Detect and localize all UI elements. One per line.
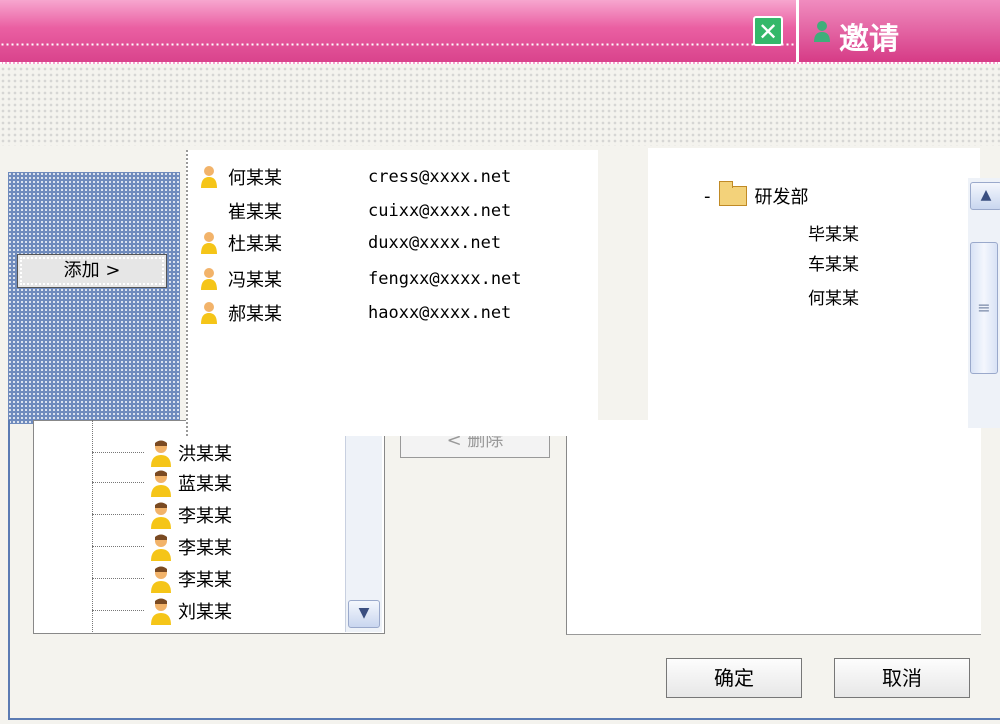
popup-name: 杜某某 <box>228 234 282 255</box>
popup-name: 何某某 <box>228 168 282 189</box>
popup-item[interactable]: 冯某某 fengxx@xxxx.net <box>200 264 600 294</box>
user-icon <box>814 21 830 42</box>
popup-item[interactable]: 杜某某 duxx@xxxx.net <box>200 228 600 258</box>
tree-expander[interactable]: - <box>704 186 711 207</box>
scroll-thumb[interactable]: ≡ <box>970 242 998 374</box>
member-name[interactable]: 车某某 <box>808 250 859 275</box>
list-item[interactable]: 李某某 <box>92 564 232 594</box>
popup-name: 郝某某 <box>228 304 282 325</box>
cancel-button[interactable]: 取消 <box>834 658 970 698</box>
popup-name: 冯某某 <box>228 270 282 291</box>
folder-icon <box>718 181 747 206</box>
right-scrollbar[interactable]: ▲ ≡ <box>968 178 1000 428</box>
contact-name: 刘某某 <box>178 602 232 623</box>
close-button[interactable]: ✕ <box>753 16 783 46</box>
person-icon <box>151 598 171 625</box>
person-icon <box>151 566 171 593</box>
popup-name: 崔某某 <box>228 202 282 223</box>
list-item[interactable]: 蓝某某 <box>92 468 232 498</box>
chevron-down-icon[interactable]: ▼ <box>348 600 380 628</box>
contact-name: 李某某 <box>178 538 232 559</box>
popup-email: fengxx@xxxx.net <box>368 269 522 289</box>
person-icon <box>151 440 171 467</box>
folder-node[interactable]: - 研发部 <box>704 180 809 212</box>
invite-tab: 邀请 <box>796 0 1000 62</box>
member-name[interactable]: 毕某某 <box>808 220 859 245</box>
chevron-up-icon[interactable]: ▲ <box>970 182 1000 210</box>
member-name[interactable]: 何某某 <box>808 284 859 309</box>
person-icon <box>201 302 217 324</box>
popup-email: haoxx@xxxx.net <box>368 303 512 323</box>
popup-item[interactable]: 何某某 cress@xxxx.net <box>200 162 600 192</box>
contact-name: 李某某 <box>178 506 232 527</box>
left-scrollbar[interactable]: ▼ <box>345 420 382 632</box>
popup-email: duxx@xxxx.net <box>368 233 502 253</box>
person-icon <box>151 502 171 529</box>
dialog-title: 邀请 <box>839 22 899 57</box>
person-icon <box>201 232 217 254</box>
list-item[interactable]: 刘某某 <box>92 596 232 626</box>
close-icon: ✕ <box>757 18 779 46</box>
popup-item[interactable]: 崔某某 cuixx@xxxx.net <box>200 196 600 226</box>
folder-name: 研发部 <box>754 187 809 208</box>
list-item[interactable]: 洪某某 <box>92 438 232 468</box>
left-pattern-panel <box>8 172 180 424</box>
person-icon <box>151 534 171 561</box>
person-icon <box>201 166 217 188</box>
header-texture <box>0 66 1000 146</box>
popup-email: cuixx@xxxx.net <box>368 201 512 221</box>
contact-name: 蓝某某 <box>178 474 232 495</box>
add-button[interactable]: 添加 > <box>17 254 167 288</box>
popup-item[interactable]: 郝某某 haoxx@xxxx.net <box>200 298 600 328</box>
ok-button[interactable]: 确定 <box>666 658 802 698</box>
person-icon <box>201 268 217 290</box>
dialog-border-left <box>8 420 10 720</box>
dialog-border-bottom <box>8 718 1000 720</box>
list-item[interactable]: 李某某 <box>92 500 232 530</box>
popup-email: cress@xxxx.net <box>368 167 512 187</box>
selected-panel[interactable] <box>566 420 981 635</box>
contact-name: 李某某 <box>178 570 232 591</box>
contact-name: 洪某某 <box>178 444 232 465</box>
list-item[interactable]: 李某某 <box>92 532 232 562</box>
person-icon <box>151 470 171 497</box>
